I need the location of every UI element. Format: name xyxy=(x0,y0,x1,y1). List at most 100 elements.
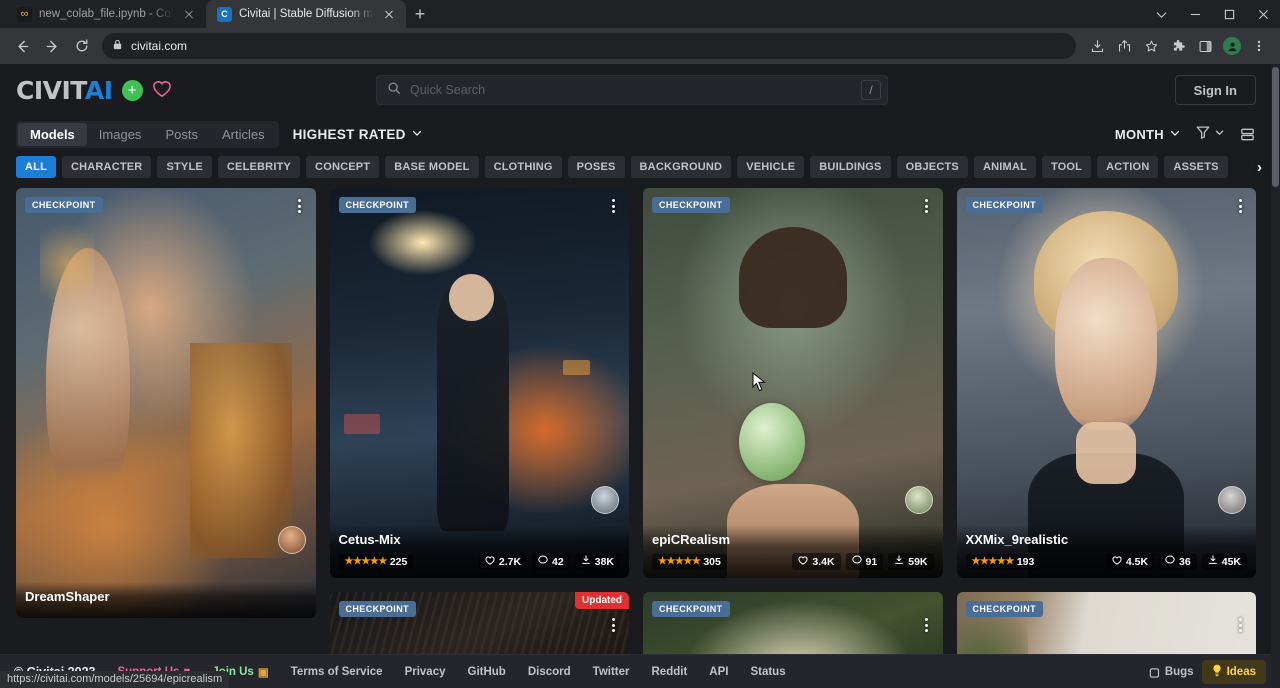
category-pill-clothing[interactable]: CLOTHING xyxy=(485,156,562,178)
category-pill-background[interactable]: BACKGROUND xyxy=(631,156,732,178)
window-controls xyxy=(1144,0,1280,28)
card-menu-button[interactable] xyxy=(1231,195,1249,217)
forward-arrow-icon[interactable] xyxy=(38,32,66,60)
bug-icon: ▢ xyxy=(1149,665,1160,679)
layout-view-icon[interactable] xyxy=(1239,126,1256,143)
sort-dropdown[interactable]: HIGHEST RATED xyxy=(293,127,423,142)
star-rating-icon: ★★★★★ xyxy=(658,556,700,567)
card-footer: DreamShaper xyxy=(16,582,316,618)
close-icon[interactable] xyxy=(1246,0,1280,28)
download-icon xyxy=(894,555,904,568)
install-icon[interactable] xyxy=(1084,33,1110,59)
sign-in-button[interactable]: Sign In xyxy=(1175,75,1256,105)
card-menu-button[interactable] xyxy=(918,195,936,217)
filter-button[interactable] xyxy=(1195,124,1225,145)
category-pill-poses[interactable]: POSES xyxy=(568,156,625,178)
rating-count: 193 xyxy=(1017,556,1035,568)
ideas-button[interactable]: Ideas xyxy=(1202,660,1266,684)
new-tab-button[interactable]: + xyxy=(406,0,434,28)
bugs-button[interactable]: ▢ Bugs xyxy=(1149,665,1194,679)
site-logo[interactable]: CIVITAI + xyxy=(16,76,172,105)
footer-link-twitter[interactable]: Twitter xyxy=(582,666,641,678)
side-panel-icon[interactable] xyxy=(1192,33,1218,59)
tab-models[interactable]: Models xyxy=(18,123,87,146)
avatar[interactable] xyxy=(591,486,619,514)
tab-articles[interactable]: Articles xyxy=(210,123,277,146)
card-menu-button[interactable] xyxy=(291,195,309,217)
profile-avatar-icon[interactable] xyxy=(1219,33,1245,59)
rating-chip: ★★★★★ 193 xyxy=(966,554,1041,570)
category-pill-action[interactable]: ACTION xyxy=(1097,156,1158,178)
card-menu-button[interactable] xyxy=(918,614,936,636)
status-bar-url: https://civitai.com/models/25694/epicrea… xyxy=(0,671,229,688)
card-menu-button[interactable] xyxy=(604,195,622,217)
type-badge: CHECKPOINT xyxy=(652,601,730,617)
footer-actions: ▢ Bugs Ideas xyxy=(1149,660,1266,684)
category-pill-tool[interactable]: TOOL xyxy=(1042,156,1091,178)
chrome-menu-icon[interactable] xyxy=(1246,33,1272,59)
chevron-right-icon[interactable]: › xyxy=(1257,159,1262,176)
extensions-puzzle-icon[interactable] xyxy=(1165,33,1191,59)
category-pill-celebrity[interactable]: CELEBRITY xyxy=(218,156,300,178)
type-badge: CHECKPOINT xyxy=(339,601,417,617)
download-icon xyxy=(581,555,591,568)
tab-posts[interactable]: Posts xyxy=(153,123,210,146)
avatar[interactable] xyxy=(905,486,933,514)
create-button[interactable]: + xyxy=(122,80,143,101)
type-badge: CHECKPOINT xyxy=(966,197,1044,213)
footer-link-status[interactable]: Status xyxy=(739,666,796,678)
model-title: XXMix_9realistic xyxy=(966,532,1248,547)
quick-search[interactable]: Quick Search / xyxy=(376,75,888,105)
tab-strip: ∞ new_colab_file.ipynb - Colaborator C C… xyxy=(0,0,1280,28)
footer-link-terms[interactable]: Terms of Service xyxy=(280,666,394,678)
category-pill-objects[interactable]: OBJECTS xyxy=(897,156,968,178)
avatar[interactable] xyxy=(278,526,306,554)
model-thumbnail xyxy=(16,188,316,618)
heart-icon[interactable] xyxy=(152,80,172,101)
footer-link-github[interactable]: GitHub xyxy=(457,666,517,678)
period-dropdown[interactable]: MONTH xyxy=(1115,127,1181,142)
category-pill-assets[interactable]: ASSETS xyxy=(1164,156,1227,178)
minimize-icon[interactable] xyxy=(1178,0,1212,28)
chevron-down-icon xyxy=(1169,127,1181,142)
model-card[interactable]: CHECKPOINT epiCRealism ★★★★★ 305 xyxy=(643,188,943,578)
chevron-down-icon xyxy=(411,127,423,142)
close-icon[interactable] xyxy=(381,6,397,22)
footer-link-discord[interactable]: Discord xyxy=(517,666,582,678)
category-pill-animal[interactable]: ANIMAL xyxy=(974,156,1036,178)
reload-icon[interactable] xyxy=(68,32,96,60)
downloads-chip: 38K xyxy=(575,553,620,570)
card-menu-button[interactable] xyxy=(1231,614,1249,636)
card-menu-button[interactable] xyxy=(604,614,622,636)
model-card[interactable]: CHECKPOINT DreamShaper xyxy=(16,188,316,618)
model-card[interactable]: CHECKPOINT Cetus-Mix ★★★★★ 225 xyxy=(330,188,630,578)
category-pill-vehicle[interactable]: VEHICLE xyxy=(737,156,804,178)
page-scrollbar[interactable] xyxy=(1271,64,1280,688)
category-pill-style[interactable]: STYLE xyxy=(157,156,211,178)
tab-search-icon[interactable] xyxy=(1144,0,1178,28)
category-pill-buildings[interactable]: BUILDINGS xyxy=(810,156,890,178)
chevron-down-icon xyxy=(1214,125,1225,143)
avatar[interactable] xyxy=(1218,486,1246,514)
address-bar[interactable]: civitai.com xyxy=(102,33,1076,59)
rating-chip: ★★★★★ 305 xyxy=(652,554,727,570)
maximize-icon[interactable] xyxy=(1212,0,1246,28)
model-card[interactable]: CHECKPOINT XXMix_9realistic ★★★★★ 193 xyxy=(957,188,1257,578)
heart-icon xyxy=(485,556,495,568)
close-icon[interactable] xyxy=(181,6,197,22)
browser-tab-colab[interactable]: ∞ new_colab_file.ipynb - Colaborator xyxy=(6,0,206,28)
scrollbar-thumb[interactable] xyxy=(1272,67,1279,187)
back-arrow-icon[interactable] xyxy=(8,32,36,60)
category-pill-all[interactable]: ALL xyxy=(16,156,56,178)
tab-images[interactable]: Images xyxy=(87,123,154,146)
bookmark-star-icon[interactable] xyxy=(1138,33,1164,59)
footer-link-privacy[interactable]: Privacy xyxy=(394,666,457,678)
browser-tab-civitai[interactable]: C Civitai | Stable Diffusion models, xyxy=(206,0,406,28)
footer-link-reddit[interactable]: Reddit xyxy=(641,666,699,678)
category-pill-base-model[interactable]: BASE MODEL xyxy=(385,156,478,178)
search-input[interactable]: Quick Search xyxy=(410,83,852,97)
share-icon[interactable] xyxy=(1111,33,1137,59)
footer-link-api[interactable]: API xyxy=(698,666,739,678)
category-pill-concept[interactable]: CONCEPT xyxy=(306,156,379,178)
category-pill-character[interactable]: CHARACTER xyxy=(62,156,151,178)
